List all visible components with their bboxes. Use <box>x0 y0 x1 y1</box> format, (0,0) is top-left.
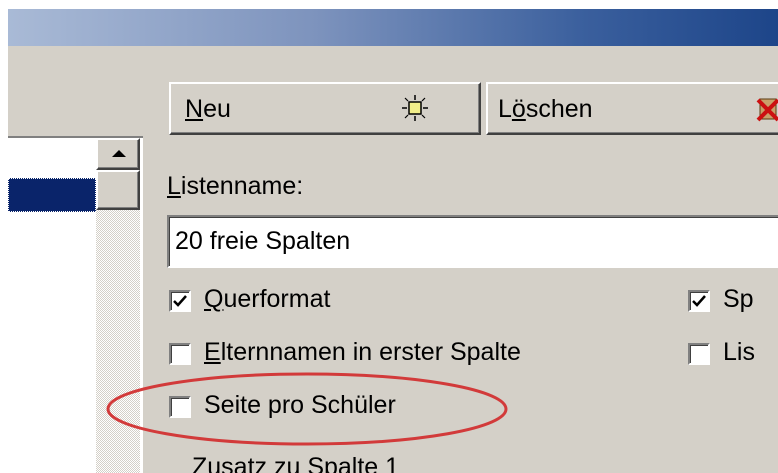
checkmark-icon <box>692 295 706 307</box>
column-checkbox-label[interactable]: Sp <box>723 285 754 314</box>
title-bar[interactable] <box>8 9 778 46</box>
scroll-thumb[interactable] <box>96 170 140 210</box>
dialog-window: Neu Löschen Listenname: Querf <box>8 9 778 473</box>
arrow-up-icon <box>112 150 126 157</box>
vertical-scrollbar[interactable] <box>96 138 140 473</box>
selected-list-item[interactable] <box>8 178 96 212</box>
delete-button[interactable]: Löschen <box>486 82 778 135</box>
list-checkbox[interactable] <box>688 343 710 365</box>
listname-input[interactable] <box>175 223 775 259</box>
delete-button-label: Löschen <box>498 95 593 123</box>
list-checkbox-label[interactable]: Lis <box>723 338 755 367</box>
scroll-up-button[interactable] <box>96 138 140 170</box>
group-box-title: Zusatz zu Spalte 1 <box>192 453 400 473</box>
checkmark-icon <box>173 295 187 307</box>
list-box[interactable] <box>8 136 143 473</box>
landscape-label[interactable]: Querformat <box>204 285 330 314</box>
parent-names-label[interactable]: Elternnamen in erster Spalte <box>204 338 521 367</box>
delete-x-icon <box>756 98 778 122</box>
new-sun-icon <box>402 95 428 121</box>
page-per-student-label[interactable]: Seite pro Schüler <box>204 391 396 420</box>
parent-names-checkbox[interactable] <box>169 343 191 365</box>
listname-label: Listenname: <box>167 172 304 200</box>
landscape-checkbox[interactable] <box>169 290 191 312</box>
new-button[interactable]: Neu <box>169 82 481 135</box>
column-checkbox[interactable] <box>688 290 710 312</box>
page-per-student-checkbox[interactable] <box>169 396 191 418</box>
new-button-label: Neu <box>185 95 231 123</box>
listname-field[interactable] <box>167 215 778 268</box>
